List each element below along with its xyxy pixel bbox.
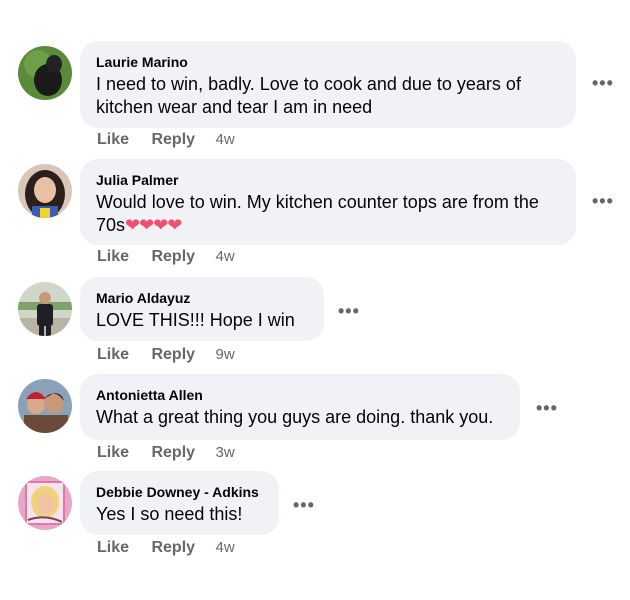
- comment-text: I need to win, badly. Love to cook and d…: [96, 74, 521, 117]
- comment-author[interactable]: Laurie Marino: [96, 53, 560, 71]
- comment-actions: Like Reply 4w: [97, 131, 253, 149]
- comment-bubble: Antonietta Allen What a great thing you …: [80, 374, 520, 440]
- comment-text: Would love to win. My kitchen counter to…: [96, 191, 560, 237]
- reply-button[interactable]: Reply: [151, 444, 195, 461]
- comment-timestamp[interactable]: 4w: [216, 539, 235, 556]
- avatar[interactable]: [18, 476, 72, 530]
- comment-timestamp[interactable]: 9w: [216, 346, 235, 363]
- comment-actions: Like Reply 4w: [97, 248, 253, 266]
- avatar[interactable]: [18, 282, 72, 336]
- reply-button[interactable]: Reply: [151, 539, 195, 556]
- more-options-icon[interactable]: •••: [536, 399, 558, 417]
- comment-bubble: Mario Aldayuz LOVE THIS!!! Hope I win: [80, 277, 324, 341]
- like-button[interactable]: Like: [97, 248, 129, 265]
- more-options-icon[interactable]: •••: [338, 302, 360, 320]
- comment-actions: Like Reply 9w: [97, 346, 253, 364]
- avatar[interactable]: [18, 379, 72, 433]
- reply-button[interactable]: Reply: [151, 346, 195, 363]
- comment-text: What a great thing you guys are doing. t…: [96, 407, 494, 427]
- comment-text: LOVE THIS!!! Hope I win: [96, 310, 295, 330]
- comment-bubble: Laurie Marino I need to win, badly. Love…: [80, 41, 576, 128]
- comment-author[interactable]: Debbie Downey - Adkins: [96, 483, 263, 501]
- comment-author[interactable]: Mario Aldayuz: [96, 289, 308, 307]
- reply-button[interactable]: Reply: [151, 131, 195, 148]
- more-options-icon[interactable]: •••: [592, 192, 614, 210]
- like-button[interactable]: Like: [97, 346, 129, 363]
- heart-emoji-icon: ❤❤❤❤: [125, 215, 182, 235]
- like-button[interactable]: Like: [97, 539, 129, 556]
- reply-button[interactable]: Reply: [151, 248, 195, 265]
- comment-timestamp[interactable]: 4w: [216, 131, 235, 148]
- comment-text: Yes I so need this!: [96, 504, 243, 524]
- comment-timestamp[interactable]: 4w: [216, 248, 235, 265]
- comment-actions: Like Reply 3w: [97, 444, 253, 462]
- like-button[interactable]: Like: [97, 444, 129, 461]
- comment-bubble: Debbie Downey - Adkins Yes I so need thi…: [80, 471, 279, 535]
- more-options-icon[interactable]: •••: [293, 496, 315, 514]
- avatar[interactable]: [18, 46, 72, 100]
- comment-bubble: Julia Palmer Would love to win. My kitch…: [80, 159, 576, 245]
- avatar[interactable]: [18, 164, 72, 218]
- comment-author[interactable]: Antonietta Allen: [96, 386, 504, 404]
- comment-timestamp[interactable]: 3w: [216, 444, 235, 461]
- more-options-icon[interactable]: •••: [592, 74, 614, 92]
- comment-actions: Like Reply 4w: [97, 539, 253, 557]
- like-button[interactable]: Like: [97, 131, 129, 148]
- comment-author[interactable]: Julia Palmer: [96, 171, 560, 189]
